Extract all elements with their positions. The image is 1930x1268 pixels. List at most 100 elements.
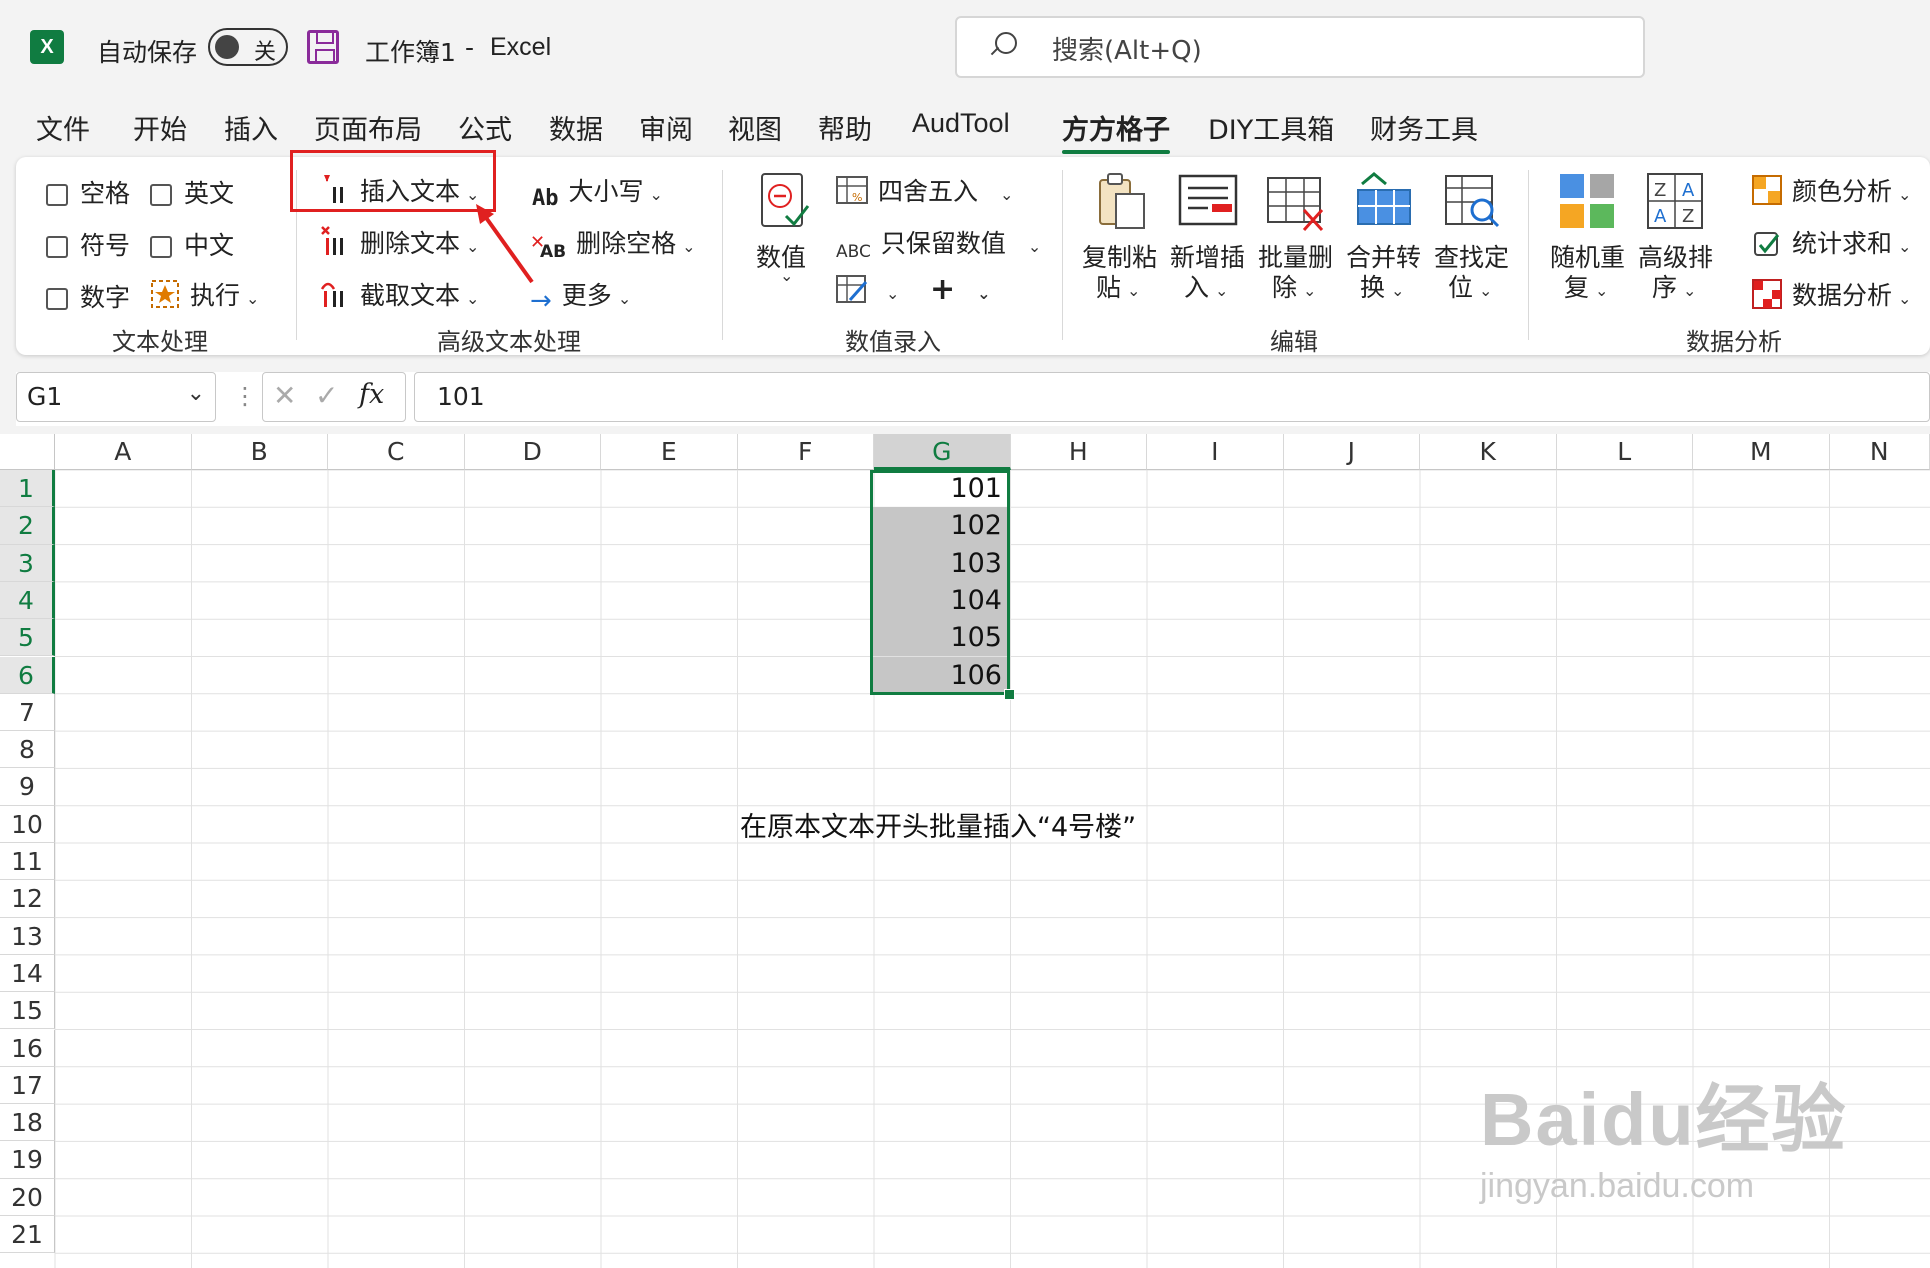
keep-numeric-button[interactable]: ABC 只保留数值 ⌄ [836,224,1041,262]
row-header-17[interactable]: 17 [0,1066,55,1105]
data-analysis-button[interactable]: 数据分析 ⌄ [1752,276,1911,312]
merge-convert-button[interactable]: 合并转 换 ⌄ [1346,170,1426,305]
chevron-down-icon[interactable]: ⌄ [187,381,205,406]
color-analysis-button[interactable]: 颜色分析 ⌄ [1752,172,1911,208]
row-header-3[interactable]: 3 [0,544,55,582]
column-header-a[interactable]: A [55,434,192,470]
advanced-sort-button[interactable]: ZAAZ 高级排 序 ⌄ [1638,170,1718,305]
checkbox-space[interactable]: 空格 [46,174,130,210]
delete-text-button[interactable]: 删除文本 ⌄ [320,224,479,260]
checkbox-symbol[interactable]: 符号 [46,226,130,262]
column-header-e[interactable]: E [601,434,738,470]
tab-finance-tools[interactable]: 财务工具 [1370,108,1478,152]
row-header-20[interactable]: 20 [0,1178,55,1216]
tab-file[interactable]: 文件 [36,108,90,152]
column-header-g[interactable]: G [874,434,1011,470]
column-header-j[interactable]: J [1283,434,1420,470]
row-header-10[interactable]: 10 [0,805,55,843]
tab-review[interactable]: 审阅 [639,108,693,152]
round-icon: % [836,176,868,204]
row-header-21[interactable]: 21 [0,1216,55,1254]
delete-spaces-button[interactable]: ✕ AB 删除空格 ⌄ [530,224,696,262]
column-header-c[interactable]: C [328,434,465,470]
chevron-down-icon: ⌄ [1898,237,1912,256]
value-button[interactable]: 数值 ⌄ [752,170,814,300]
edit-cell-button[interactable]: ⌄ [836,274,899,305]
more-options-icon[interactable]: ⋮ [233,382,257,410]
app-name: Excel [490,33,552,61]
confirm-icon[interactable]: ✓ [315,379,338,412]
row-header-11[interactable]: 11 [0,843,55,881]
name-box[interactable]: G1 ⌄ [16,372,216,422]
find-locate-button[interactable]: 查找定 位 ⌄ [1434,170,1514,305]
row-header-4[interactable]: 4 [0,581,55,620]
value-icon [761,173,810,227]
execute-button[interactable]: 执行 ⌄ [150,276,259,312]
row-header-14[interactable]: 14 [0,954,55,993]
row-header-19[interactable]: 19 [0,1141,55,1179]
round-button[interactable]: % 四舍五入 ⌄ [836,172,1013,208]
add-button[interactable]: + ⌄ [930,272,991,307]
svg-text:%: % [852,191,862,204]
tab-view[interactable]: 视图 [728,108,782,152]
row-header-6[interactable]: 6 [0,656,55,694]
search-box[interactable]: 搜索(Alt+Q) [955,16,1645,78]
select-all-corner[interactable] [0,434,55,470]
fill-handle[interactable] [1004,689,1015,700]
formula-input[interactable]: 101 [414,372,1930,422]
checkbox-box [46,236,68,258]
column-header-i[interactable]: I [1147,434,1284,470]
random-repeat-button[interactable]: 随机重 复 ⌄ [1550,170,1630,305]
search-placeholder: 搜索(Alt+Q) [1052,36,1202,66]
column-header-b[interactable]: B [191,434,328,470]
row-header-1[interactable]: 1 [0,470,55,508]
chevron-down-icon: ⌄ [1303,281,1317,300]
row-header-18[interactable]: 18 [0,1104,55,1142]
tab-data[interactable]: 数据 [549,108,603,152]
column-header-m[interactable]: M [1693,434,1830,470]
autosave-toggle[interactable]: 关 [208,28,288,66]
checkbox-chinese[interactable]: 中文 [150,226,234,262]
insert-text-button[interactable]: 插入文本 ⌄ [320,172,479,208]
tab-audtool[interactable]: AudTool [912,108,1010,152]
insert-new-button[interactable]: 新增插 入 ⌄ [1170,170,1250,305]
column-header-d[interactable]: D [464,434,601,470]
tab-help[interactable]: 帮助 [818,108,872,152]
delete-text-label: 删除文本 [360,229,461,258]
row-header-15[interactable]: 15 [0,992,55,1030]
more-button[interactable]: → 更多 ⌄ [530,276,631,316]
checkbox-english[interactable]: 英文 [150,174,234,210]
row-header-7[interactable]: 7 [0,693,55,732]
cancel-icon[interactable]: ✕ [273,379,296,412]
tab-fangfang[interactable]: 方方格子 [1062,108,1170,154]
checkbox-digit[interactable]: 数字 [46,278,130,314]
tab-formulas[interactable]: 公式 [458,108,512,152]
column-header-h[interactable]: H [1010,434,1147,470]
tab-home[interactable]: 开始 [133,108,187,152]
column-header-l[interactable]: L [1556,434,1693,470]
color-analysis-label: 颜色分析 [1792,177,1893,206]
tab-insert[interactable]: 插入 [224,108,278,152]
column-header-f[interactable]: F [737,434,874,470]
row-header-16[interactable]: 16 [0,1029,55,1067]
checkbox-box [46,184,68,206]
row-header-8[interactable]: 8 [0,731,55,769]
tab-diy-toolbox[interactable]: DIY工具箱 [1208,108,1334,152]
save-icon[interactable] [307,30,339,64]
row-header-2[interactable]: 2 [0,507,55,545]
batch-delete-button[interactable]: 批量删 除 ⌄ [1258,170,1338,305]
row-header-9[interactable]: 9 [0,768,55,806]
function-icon[interactable]: fx [359,379,384,410]
tab-page-layout[interactable]: 页面布局 [314,108,422,152]
column-header-n[interactable]: N [1829,434,1930,470]
row-header-5[interactable]: 5 [0,619,55,657]
extract-text-button[interactable]: 截取文本 ⌄ [320,276,479,312]
row-header-13[interactable]: 13 [0,917,55,955]
row-header-12[interactable]: 12 [0,880,55,918]
case-button[interactable]: Ab 大小写 ⌄ [532,172,663,211]
column-header-k[interactable]: K [1420,434,1557,470]
checkbox-label: 英文 [184,179,235,208]
data-analysis-icon [1752,279,1782,309]
stat-sum-button[interactable]: 统计求和 ⌄ [1752,224,1911,260]
copy-paste-button[interactable]: 复制粘 贴 ⌄ [1082,170,1162,305]
